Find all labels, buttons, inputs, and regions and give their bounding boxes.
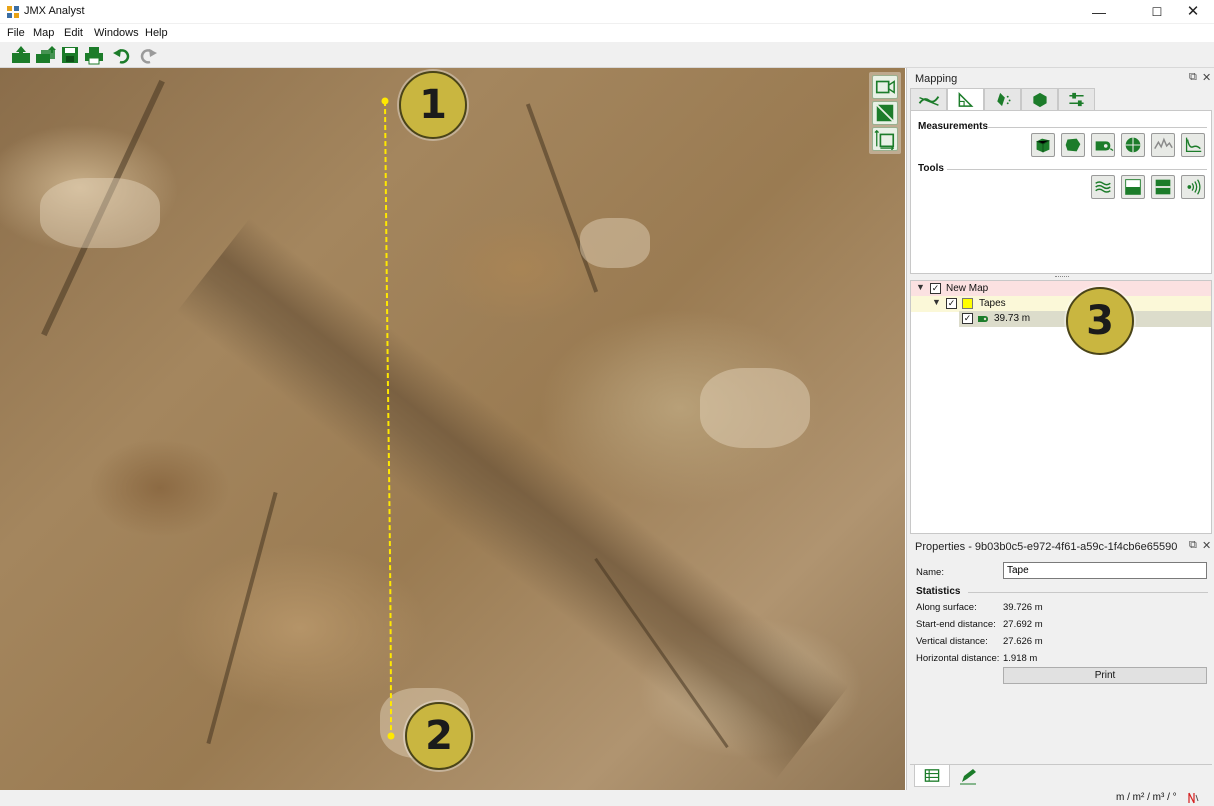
map-tree: ▼ ✓ New Map ▼ ✓ Tapes ✓ 39.73 m 3 bbox=[910, 280, 1212, 534]
tree-row-group[interactable]: ▼ ✓ Tapes bbox=[911, 296, 1211, 312]
undock-icon[interactable]: ⧉ bbox=[1189, 71, 1197, 84]
stat-value: 1.918 m bbox=[1003, 653, 1038, 664]
stat-label: Start-end distance: bbox=[916, 619, 996, 630]
section-divider bbox=[968, 592, 1208, 593]
mapping-tabs bbox=[910, 88, 1210, 111]
redo-icon[interactable] bbox=[136, 45, 158, 65]
camera-icon[interactable] bbox=[872, 75, 898, 99]
map-viewport[interactable]: 1 2 bbox=[0, 68, 905, 790]
measurements-section-label: Measurements bbox=[918, 121, 989, 132]
tape-item-icon bbox=[978, 316, 988, 322]
menu-windows[interactable]: Windows bbox=[94, 27, 139, 39]
properties-body: Name: Statistics Along surface: 39.726 m… bbox=[910, 556, 1212, 762]
undo-icon[interactable] bbox=[112, 45, 134, 65]
tape-end-point bbox=[387, 732, 395, 740]
split-lower-icon[interactable] bbox=[1121, 175, 1145, 199]
properties-panel-header: Properties - 9b03b0c5-e972-4f61-a59c-1f4… bbox=[907, 538, 1214, 556]
import-icon[interactable] bbox=[35, 45, 57, 65]
signal-icon[interactable] bbox=[1181, 175, 1205, 199]
splitter-grip bbox=[1055, 276, 1069, 278]
units-indicator: m / m² / m³ / ° bbox=[1116, 792, 1177, 803]
volume-icon[interactable] bbox=[1031, 133, 1055, 157]
stat-label: Horizontal distance: bbox=[916, 653, 1000, 664]
title-bar: JMX Analyst — ☐ ✕ bbox=[0, 0, 1214, 24]
new-map-icon[interactable] bbox=[10, 45, 32, 65]
chevron-down-icon[interactable]: ▼ bbox=[932, 297, 941, 307]
tape-visibility-checkbox[interactable]: ✓ bbox=[962, 313, 973, 324]
name-label: Name: bbox=[916, 567, 944, 578]
minimize-button[interactable]: — bbox=[1076, 0, 1122, 24]
close-panel-icon[interactable]: ✕ bbox=[1202, 71, 1211, 84]
group-visibility-checkbox[interactable]: ✓ bbox=[946, 298, 957, 309]
right-dock: Mapping ⧉ ✕ Measurements Tools ▼ ✓ New M… bbox=[906, 68, 1214, 790]
menu-file[interactable]: File bbox=[7, 27, 25, 39]
stat-label: Vertical distance: bbox=[916, 636, 988, 647]
properties-panel-title: Properties - 9b03b0c5-e972-4f61-a59c-1f4… bbox=[915, 541, 1178, 553]
close-button[interactable]: ✕ bbox=[1170, 0, 1214, 24]
group-name-label: Tapes bbox=[979, 298, 1006, 309]
menu-map[interactable]: Map bbox=[33, 27, 54, 39]
section-divider bbox=[987, 127, 1207, 128]
structure-icon[interactable] bbox=[910, 88, 947, 110]
menu-edit[interactable]: Edit bbox=[64, 27, 83, 39]
callout-marker-2: 2 bbox=[405, 702, 473, 770]
orientation-icon[interactable] bbox=[1121, 133, 1145, 157]
group-color-swatch[interactable] bbox=[962, 298, 973, 309]
settings-sliders-icon[interactable] bbox=[1058, 88, 1095, 110]
statistics-label: Statistics bbox=[916, 586, 961, 597]
tape-measurement-line[interactable] bbox=[0, 68, 905, 790]
section-divider bbox=[947, 169, 1207, 170]
menu-help[interactable]: Help bbox=[145, 27, 168, 39]
tape-item-label: 39.73 m bbox=[994, 313, 1031, 324]
view-tools bbox=[869, 72, 901, 154]
measurement-icon[interactable] bbox=[947, 88, 984, 111]
tape-icon[interactable] bbox=[1091, 133, 1115, 157]
status-bar: m / m² / m³ / ° bbox=[0, 790, 1214, 806]
window-title: JMX Analyst bbox=[24, 5, 85, 17]
area-icon[interactable] bbox=[1061, 133, 1085, 157]
stat-value: 27.626 m bbox=[1003, 636, 1043, 647]
split-upper-icon[interactable] bbox=[1151, 175, 1175, 199]
callout-marker-1: 1 bbox=[399, 71, 467, 139]
close-panel-icon[interactable]: ✕ bbox=[1202, 539, 1211, 552]
app-logo-icon bbox=[7, 6, 19, 18]
menu-bar: File Map Edit Windows Help bbox=[0, 24, 1214, 42]
mapping-panel-title: Mapping bbox=[915, 73, 958, 85]
table-icon[interactable] bbox=[914, 765, 950, 787]
spray-icon[interactable] bbox=[984, 88, 1021, 110]
tools-section-label: Tools bbox=[918, 163, 944, 174]
stat-label: Along surface: bbox=[916, 602, 977, 613]
main-toolbar bbox=[0, 42, 1214, 68]
roughness-icon[interactable] bbox=[1151, 133, 1175, 157]
print-button[interactable]: Print bbox=[1003, 667, 1207, 684]
undock-icon[interactable]: ⧉ bbox=[1189, 539, 1197, 552]
block-icon[interactable] bbox=[1021, 88, 1058, 110]
stat-value: 39.726 m bbox=[1003, 602, 1043, 613]
chevron-down-icon[interactable]: ▼ bbox=[916, 282, 925, 292]
stat-value: 27.692 m bbox=[1003, 619, 1043, 630]
save-icon[interactable] bbox=[59, 45, 81, 65]
north-arrow-icon[interactable] bbox=[1186, 792, 1199, 804]
properties-panel: Properties - 9b03b0c5-e972-4f61-a59c-1f4… bbox=[907, 538, 1214, 790]
callout-marker-3: 3 bbox=[1066, 287, 1134, 355]
map-visibility-checkbox[interactable]: ✓ bbox=[930, 283, 941, 294]
diagonal-view-icon[interactable] bbox=[872, 101, 898, 125]
mapping-panel-body: Measurements Tools bbox=[910, 110, 1212, 274]
tree-row-map[interactable]: ▼ ✓ New Map bbox=[911, 281, 1211, 297]
tape-start-point bbox=[381, 97, 389, 105]
name-field[interactable] bbox=[1003, 562, 1207, 579]
map-name-label: New Map bbox=[946, 283, 989, 294]
print-icon[interactable] bbox=[83, 45, 105, 65]
edit-pen-icon[interactable] bbox=[950, 765, 986, 787]
profile-icon[interactable] bbox=[1181, 133, 1205, 157]
bottom-tabs bbox=[910, 764, 1212, 788]
mapping-panel-header: Mapping ⧉ ✕ bbox=[907, 70, 1214, 88]
frame-extent-icon[interactable] bbox=[872, 127, 898, 151]
layers-icon[interactable] bbox=[1091, 175, 1115, 199]
